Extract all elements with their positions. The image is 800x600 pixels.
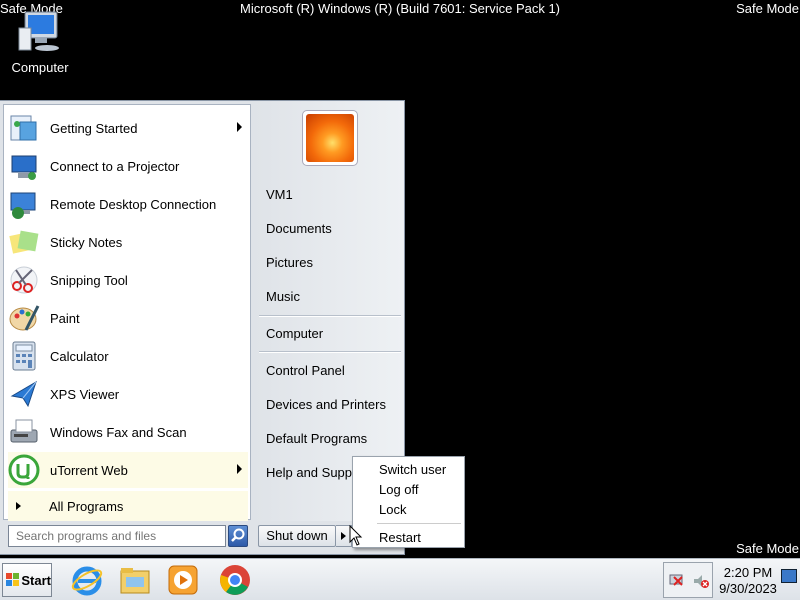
submenu-arrow-icon — [237, 464, 242, 474]
program-item-windows-fax-scan[interactable]: Windows Fax and Scan — [8, 414, 248, 450]
program-item-snipping-tool[interactable]: Snipping Tool — [8, 262, 248, 298]
program-label: Getting Started — [50, 120, 138, 136]
separator — [259, 315, 401, 317]
menu-item-restart[interactable]: Restart — [379, 530, 421, 545]
link-control-panel[interactable]: Control Panel — [266, 363, 345, 378]
sticky-notes-icon — [9, 230, 39, 254]
program-label: Windows Fax and Scan — [50, 424, 187, 440]
program-label: Remote Desktop Connection — [50, 196, 217, 212]
program-label: Paint — [50, 310, 80, 326]
program-label: Connect to a Projector — [50, 158, 180, 174]
snipping-tool-icon — [10, 266, 38, 294]
link-user-folder[interactable]: VM1 — [266, 187, 293, 202]
separator — [259, 351, 401, 353]
program-item-sticky-notes[interactable]: Sticky Notes — [8, 224, 248, 260]
taskbar: Start 2:20 PM 9/30/2023 — [0, 558, 800, 600]
submenu-arrow-icon — [237, 122, 242, 132]
program-item-calculator[interactable]: Calculator — [8, 338, 248, 374]
chevron-right-icon — [341, 532, 346, 540]
clock-time: 2:20 PM — [723, 565, 773, 580]
search-input[interactable] — [8, 525, 226, 547]
menu-item-log-off[interactable]: Log off — [379, 482, 419, 497]
program-label: XPS Viewer — [50, 386, 120, 402]
computer-icon — [17, 10, 63, 54]
link-documents[interactable]: Documents — [266, 221, 332, 236]
paint-icon — [9, 305, 40, 331]
desktop-icon-label: Computer — [11, 60, 69, 75]
expand-arrow-icon — [16, 502, 21, 510]
system-clock[interactable]: 2:20 PM 9/30/2023 — [716, 565, 780, 597]
internet-explorer-icon[interactable] — [70, 563, 104, 597]
program-item-connect-projector[interactable]: Connect to a Projector — [8, 148, 248, 184]
program-item-remote-desktop[interactable]: Remote Desktop Connection — [8, 186, 248, 222]
utorrent-icon — [8, 454, 40, 486]
link-music[interactable]: Music — [266, 289, 300, 304]
chrome-icon[interactable] — [218, 563, 252, 597]
network-error-icon[interactable] — [668, 572, 686, 590]
menu-item-switch-user[interactable]: Switch user — [379, 462, 446, 477]
start-menu: Getting Started Connect to a Projector R… — [0, 100, 405, 555]
program-item-xps-viewer[interactable]: XPS Viewer — [8, 376, 248, 412]
safe-mode-label-bottom-right: Safe Mode — [736, 541, 799, 556]
windows-logo-icon — [6, 573, 19, 587]
calculator-icon — [12, 341, 36, 371]
program-label: Snipping Tool — [50, 272, 128, 288]
file-explorer-icon[interactable] — [118, 563, 152, 597]
user-avatar[interactable] — [302, 110, 358, 166]
link-default-programs[interactable]: Default Programs — [266, 431, 367, 446]
projector-icon — [11, 155, 37, 180]
safe-mode-label-top-right: Safe Mode — [736, 1, 799, 16]
link-devices-printers[interactable]: Devices and Printers — [266, 397, 386, 412]
fax-scan-icon — [10, 419, 38, 443]
program-item-utorrent-web[interactable]: uTorrent Web — [8, 452, 248, 488]
notification-area — [663, 562, 713, 598]
program-label: Sticky Notes — [50, 234, 123, 250]
link-pictures[interactable]: Pictures — [266, 255, 313, 270]
start-label: Start — [21, 572, 51, 588]
program-item-paint[interactable]: Paint — [8, 300, 248, 336]
clock-date: 9/30/2023 — [719, 581, 777, 596]
flower-picture-icon — [306, 114, 354, 162]
link-computer[interactable]: Computer — [266, 326, 323, 341]
shutdown-options-menu: Switch user Log off Lock Restart — [352, 456, 465, 548]
start-button[interactable]: Start — [2, 563, 52, 597]
getting-started-icon — [10, 115, 37, 141]
programs-pane: Getting Started Connect to a Projector R… — [3, 104, 251, 521]
remote-desktop-icon — [10, 192, 36, 219]
search-button[interactable] — [228, 525, 248, 547]
media-player-icon[interactable] — [166, 563, 200, 597]
program-label: uTorrent Web — [50, 462, 128, 478]
menu-item-lock[interactable]: Lock — [379, 502, 406, 517]
menu-separator — [377, 523, 461, 524]
xps-viewer-icon — [10, 380, 37, 408]
program-item-getting-started[interactable]: Getting Started — [8, 110, 248, 146]
mouse-cursor-icon — [349, 525, 363, 546]
shut-down-button[interactable]: Shut down — [258, 525, 336, 547]
search-icon — [231, 528, 245, 542]
program-label: Calculator — [50, 348, 109, 364]
all-programs-label: All Programs — [49, 498, 124, 514]
show-desktop-button[interactable] — [781, 569, 797, 583]
windows-build-title: Microsoft (R) Windows (R) (Build 7601: S… — [239, 1, 561, 16]
all-programs-button[interactable]: All Programs — [8, 491, 248, 521]
desktop-icon-computer[interactable]: Computer — [6, 10, 74, 75]
volume-muted-icon[interactable] — [692, 572, 710, 590]
